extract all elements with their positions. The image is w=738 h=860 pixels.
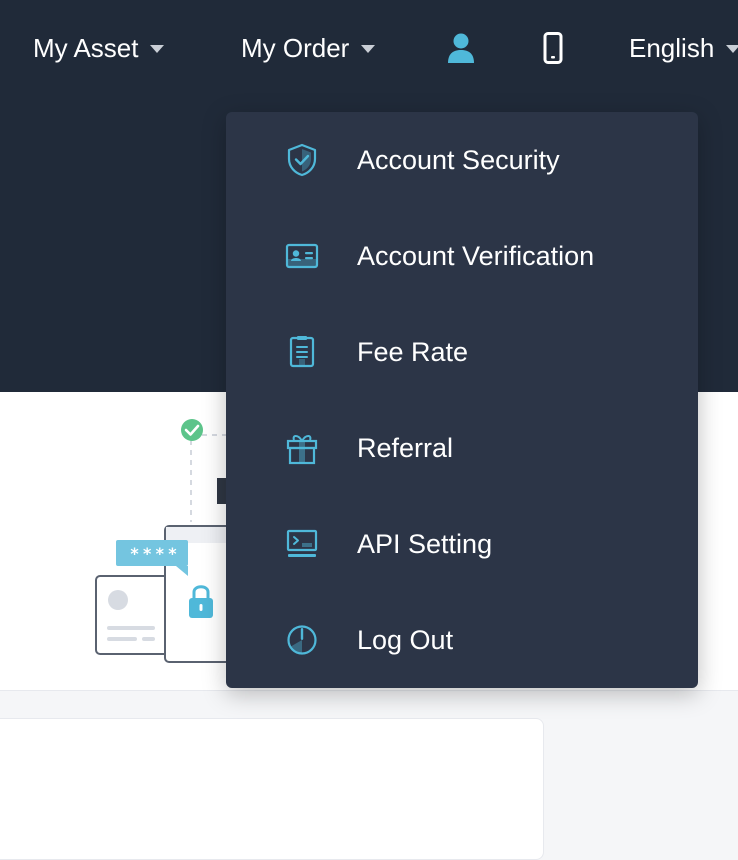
chevron-down-icon: [150, 45, 165, 53]
top-navigation: My Asset My Order English: [0, 0, 738, 96]
menu-item-label: Referral: [357, 432, 454, 463]
menu-item-api-setting[interactable]: API Setting: [226, 496, 698, 592]
my-asset-menu[interactable]: My Asset: [33, 30, 165, 66]
shield-icon: [284, 142, 320, 178]
my-order-menu[interactable]: My Order: [241, 30, 376, 66]
menu-item-account-security[interactable]: Account Security: [226, 112, 698, 208]
chevron-down-icon: [361, 45, 376, 53]
menu-item-fee-rate[interactable]: Fee Rate: [226, 304, 698, 400]
mobile-icon[interactable]: [535, 30, 571, 66]
my-order-label: My Order: [241, 32, 350, 63]
gift-icon: [284, 430, 320, 466]
menu-item-referral[interactable]: Referral: [226, 400, 698, 496]
menu-item-label: Account Security: [357, 144, 560, 175]
document-icon: [284, 334, 320, 370]
user-icon[interactable]: [443, 30, 479, 66]
language-selector[interactable]: English: [629, 30, 738, 66]
my-asset-label: My Asset: [33, 32, 139, 63]
terminal-icon: [284, 526, 320, 562]
content-card: [0, 718, 544, 860]
language-label: English: [629, 32, 715, 63]
id-card-icon: [284, 238, 320, 274]
menu-item-label: Account Verification: [357, 240, 595, 271]
menu-item-log-out[interactable]: Log Out: [226, 592, 698, 688]
password-mask-text: ****: [129, 544, 181, 563]
menu-item-label: Log Out: [357, 624, 454, 655]
menu-item-account-verification[interactable]: Account Verification: [226, 208, 698, 304]
menu-item-label: Fee Rate: [357, 336, 469, 367]
account-dropdown-menu: Account Security Account Verification Fe…: [226, 112, 698, 688]
menu-item-label: API Setting: [357, 528, 493, 559]
power-icon: [284, 622, 320, 658]
chevron-down-icon: [726, 45, 738, 53]
